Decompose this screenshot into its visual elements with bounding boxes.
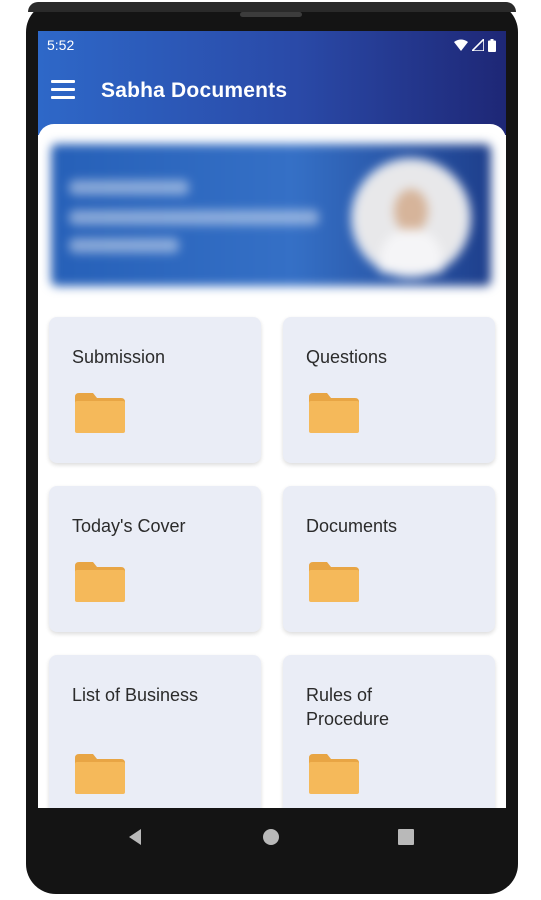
home-icon[interactable] <box>259 825 283 849</box>
signal-icon <box>472 39 484 51</box>
folder-icon <box>309 393 359 433</box>
phone-speaker <box>240 12 302 17</box>
system-nav-bar <box>38 808 506 866</box>
card-title: List of Business <box>72 685 199 705</box>
card-title: Submission <box>72 347 166 367</box>
recents-icon[interactable] <box>394 825 418 849</box>
card-title: Rules of Procedure <box>306 685 390 729</box>
card-documents[interactable]: Documents <box>283 486 495 632</box>
card-title: Today's Cover <box>72 516 186 536</box>
folder-icon <box>309 754 359 794</box>
card-submission[interactable]: Submission <box>49 317 261 463</box>
card-title: Questions <box>306 347 388 367</box>
banner-text-line <box>69 210 319 225</box>
card-questions[interactable]: Questions <box>283 317 495 463</box>
app-title: Sabha Documents <box>101 79 288 102</box>
profile-banner[interactable] <box>51 144 491 286</box>
card-todays-cover[interactable]: Today's Cover <box>49 486 261 632</box>
phone-top-edge <box>28 2 516 12</box>
card-title: Documents <box>306 516 398 536</box>
status-bar: 5:52 <box>38 31 506 59</box>
folder-icon <box>309 562 359 602</box>
app-header: 5:52 Sabha Documents <box>38 31 506 135</box>
app-screen: 5:52 Sabha Documents Submission Question… <box>38 31 506 808</box>
banner-text-line <box>69 180 189 195</box>
hamburger-menu-icon[interactable] <box>51 80 75 100</box>
folder-icon <box>75 393 125 433</box>
card-rules-of-procedure[interactable]: Rules of Procedure <box>283 655 495 808</box>
profile-photo <box>351 158 471 278</box>
folder-icon <box>75 754 125 794</box>
app-bar: Sabha Documents <box>38 59 506 123</box>
wifi-icon <box>454 39 468 51</box>
folder-icon <box>75 562 125 602</box>
battery-icon <box>488 38 496 52</box>
back-icon[interactable] <box>124 825 148 849</box>
card-list-of-business[interactable]: List of Business <box>49 655 261 808</box>
content-area: Submission Questions Today's Cover Docum… <box>38 124 506 808</box>
banner-text-line <box>69 238 179 253</box>
status-icons <box>454 38 496 52</box>
status-time: 5:52 <box>47 37 75 53</box>
